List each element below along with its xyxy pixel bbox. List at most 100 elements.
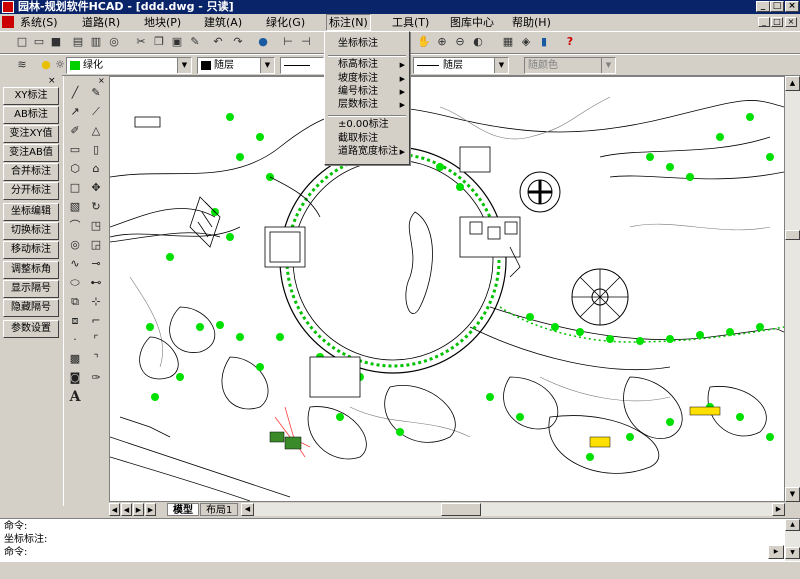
doc-close-button[interactable]: ×	[785, 17, 797, 27]
ellipse-icon[interactable]: ⬭	[66, 274, 84, 292]
menu-plot[interactable]: 地块(P)	[142, 14, 183, 31]
chevron-down-icon[interactable]: ▼	[177, 58, 191, 73]
linetype-preview-combo[interactable]	[280, 57, 324, 74]
spline-icon[interactable]: ∿	[66, 255, 84, 273]
menu-greenery[interactable]: 绿化(G)	[264, 14, 307, 31]
menu-item-coord-annotate[interactable]: 坐标标注	[326, 37, 408, 51]
save-icon[interactable]: ■	[48, 34, 64, 50]
settings-button[interactable]: 参数设置	[3, 320, 59, 338]
first-tab-icon[interactable]: ◀	[109, 503, 120, 516]
linetype-combo[interactable]: 随层 ▼	[413, 57, 509, 74]
close-button[interactable]: ×	[785, 1, 799, 12]
square-icon[interactable]: □	[66, 179, 84, 197]
move-annotate-button[interactable]: 移动标注	[3, 241, 59, 259]
ortho-icon[interactable]: ⊣	[298, 34, 314, 50]
open-icon[interactable]: ▭	[31, 34, 47, 50]
menu-building[interactable]: 建筑(A)	[202, 14, 244, 31]
properties-icon[interactable]: ▦	[500, 34, 516, 50]
doc-icon[interactable]	[2, 16, 14, 28]
rect-icon[interactable]: ▭	[66, 141, 84, 159]
tab-model[interactable]: 模型	[167, 503, 199, 516]
redo-icon[interactable]: ↷	[230, 34, 246, 50]
chevron-down-icon[interactable]: ▼	[601, 58, 615, 73]
app-icon[interactable]	[2, 1, 14, 13]
menu-item-zero-annotate[interactable]: ±0.00标注	[326, 118, 408, 132]
adjust-angle-button[interactable]: 调整标角	[3, 261, 59, 279]
ray-icon[interactable]: ↗	[66, 103, 84, 121]
restore-button[interactable]: □	[770, 1, 784, 12]
break-icon[interactable]: ⊹	[87, 293, 105, 311]
database-icon[interactable]: ▮	[536, 34, 552, 50]
copy-icon[interactable]: ❐	[151, 34, 167, 50]
insert-icon[interactable]: ⧉	[66, 293, 84, 311]
menu-library[interactable]: 图库中心	[448, 14, 496, 31]
change-ab-button[interactable]: 变注AB值	[3, 144, 59, 162]
zoom-realtime-icon[interactable]: ⊕	[434, 34, 450, 50]
doc-minimize-button[interactable]: _	[758, 17, 770, 27]
pan-icon[interactable]: ✋	[416, 34, 432, 50]
text-icon[interactable]: A	[66, 388, 84, 406]
lineweight-combo[interactable]: 随颜色 ▼	[524, 57, 616, 74]
house-icon[interactable]: ⌂	[87, 160, 105, 178]
chamfer-icon[interactable]: ⌐	[87, 312, 105, 330]
new-icon[interactable]: □	[14, 34, 30, 50]
pen-icon[interactable]: ✐	[66, 122, 84, 140]
xy-annotate-button[interactable]: XY标注	[3, 87, 59, 105]
circle-icon[interactable]: ◎	[66, 236, 84, 254]
menu-item-slope-annotate[interactable]: 坡度标注 ▶	[326, 72, 408, 86]
point-icon[interactable]: ·	[66, 331, 84, 349]
layer-manager-icon[interactable]: ≋	[14, 57, 30, 73]
chevron-down-icon[interactable]: ▼	[494, 58, 508, 73]
ab-annotate-button[interactable]: AB标注	[3, 106, 59, 124]
trim-icon[interactable]: ⊸	[87, 255, 105, 273]
rect2-icon[interactable]: ▯	[87, 141, 105, 159]
undo-icon[interactable]: ↶	[210, 34, 226, 50]
extend-icon[interactable]: ⊷	[87, 274, 105, 292]
snap-icon[interactable]: ⊢	[280, 34, 296, 50]
split-annotate-button[interactable]: 分开标注	[3, 182, 59, 200]
coord-edit-button[interactable]: 坐标编辑	[3, 203, 59, 221]
move-icon[interactable]: ✥	[87, 179, 105, 197]
polyline-icon[interactable]: ⟋	[87, 103, 105, 121]
menu-system[interactable]: 系统(S)	[18, 14, 60, 31]
hatch-icon[interactable]: ▧	[66, 198, 84, 216]
last-tab-icon[interactable]: ▶	[145, 503, 156, 516]
mtext-icon[interactable]: ✑	[87, 369, 105, 387]
chevron-down-icon[interactable]: ▼	[260, 58, 274, 73]
web-icon[interactable]: ●	[255, 34, 271, 50]
find-icon[interactable]: ◎	[106, 34, 122, 50]
match-icon[interactable]: ✎	[187, 34, 203, 50]
scroll-up-button[interactable]: ▲	[785, 519, 800, 531]
menu-help[interactable]: 帮助(H)	[510, 14, 553, 31]
scale-icon[interactable]: ◳	[87, 217, 105, 235]
command-scrollbar[interactable]: ▲ ▼	[785, 519, 800, 561]
scroll-thumb[interactable]	[785, 230, 800, 240]
explode-icon[interactable]: ⌝	[87, 350, 105, 368]
minimize-button[interactable]: _	[756, 1, 770, 12]
cut-icon[interactable]: ✂	[133, 34, 149, 50]
menu-road[interactable]: 道路(R)	[80, 14, 122, 31]
help-icon[interactable]: ?	[562, 34, 578, 50]
menu-tools[interactable]: 工具(T)	[390, 14, 431, 31]
print-icon[interactable]: ▤	[70, 34, 86, 50]
layer-combo[interactable]: 绿化 ▼	[66, 57, 192, 74]
show-separator-button[interactable]: 显示隔号	[3, 280, 59, 298]
menu-item-floors-annotate[interactable]: 层数标注 ▶	[326, 98, 408, 112]
arc-icon[interactable]: ⌒	[66, 217, 84, 235]
command-window[interactable]: 命令: 坐标标注: 命令: ▲ ▼ ▶	[0, 518, 800, 561]
menu-annotate[interactable]: 标注(N)	[326, 14, 371, 31]
vertical-scrollbar[interactable]: ▲ ▼	[785, 76, 800, 502]
line-icon[interactable]: ╱	[66, 84, 84, 102]
switch-annotate-button[interactable]: 切换标注	[3, 222, 59, 240]
merge-annotate-button[interactable]: 合并标注	[3, 163, 59, 181]
region-icon[interactable]: ◙	[66, 369, 84, 387]
change-xy-button[interactable]: 变注XY值	[3, 125, 59, 143]
doc-restore-button[interactable]: □	[771, 17, 783, 27]
stretch-icon[interactable]: ◲	[87, 236, 105, 254]
scroll-right-button[interactable]: ▶	[772, 503, 785, 516]
scroll-down-button[interactable]: ▼	[785, 547, 800, 559]
scroll-down-button[interactable]: ▼	[785, 487, 800, 502]
design-center-icon[interactable]: ◈	[518, 34, 534, 50]
command-prompt[interactable]: 命令:	[4, 547, 27, 559]
paste-icon[interactable]: ▣	[169, 34, 185, 50]
